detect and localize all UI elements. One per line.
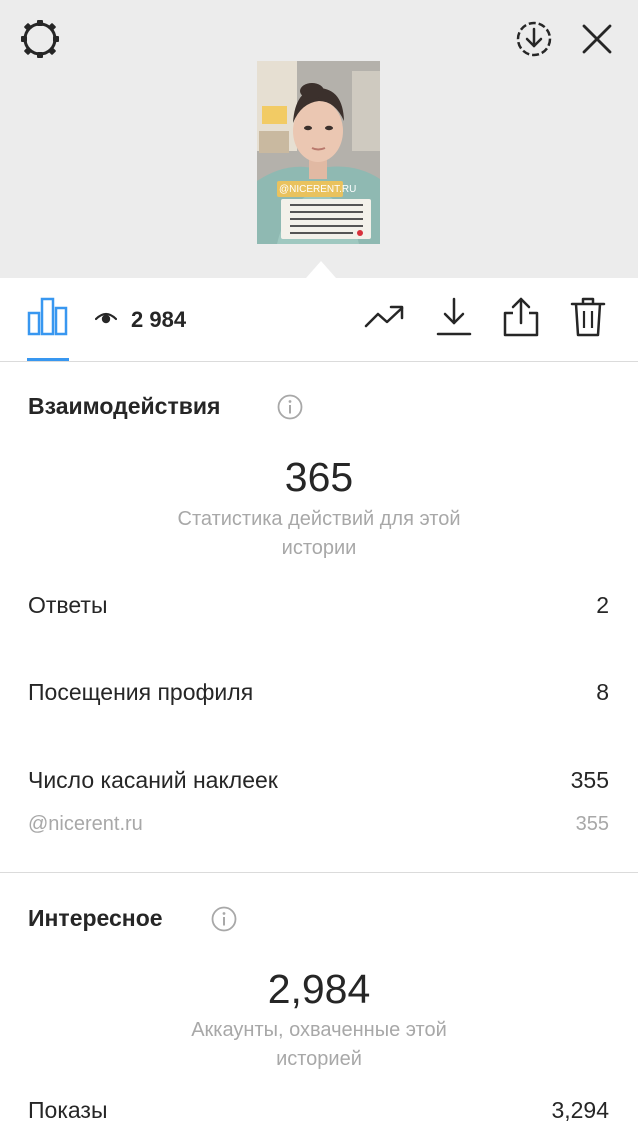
- save-circle-download-icon: [514, 19, 554, 64]
- viewers-button[interactable]: 2 984: [94, 305, 187, 335]
- story-thumbnail[interactable]: @NICERENT.RU: [257, 61, 380, 244]
- interactions-info-icon[interactable]: [277, 394, 303, 420]
- profile-visits-label: Посещения профиля: [28, 679, 254, 705]
- sticker-taps-label: Число касаний наклеек: [28, 767, 278, 793]
- sticker-taps-value: 355: [570, 767, 609, 793]
- eye-icon: [94, 310, 118, 331]
- share-icon: [501, 295, 541, 344]
- settings-button[interactable]: [18, 19, 62, 63]
- sticker-label: @NICERENT.RU: [279, 184, 357, 195]
- interactions-title: Взаимодействия: [28, 393, 221, 419]
- gear-icon: [20, 19, 60, 64]
- sticker-mention-value: 355: [575, 813, 609, 835]
- promote-button[interactable]: [363, 296, 407, 342]
- discovery-title: Интересное: [28, 905, 163, 931]
- discovery-caption-line-1: Аккаунты, охваченные этой: [191, 1019, 447, 1041]
- download-icon: [434, 295, 474, 344]
- delete-button[interactable]: [566, 296, 610, 342]
- interactions-caption-line-2: истории: [281, 537, 357, 559]
- trending-arrow-icon: [363, 302, 407, 337]
- interactions-total: 365: [284, 454, 354, 500]
- save-story-button[interactable]: [512, 19, 556, 63]
- replies-value: 2: [596, 592, 609, 618]
- section-divider: [0, 872, 638, 873]
- thumbnail-pointer: [306, 261, 336, 278]
- bar-chart-icon: [25, 296, 71, 338]
- replies-label: Ответы: [28, 592, 108, 618]
- discovery-caption-line-2: историей: [276, 1048, 362, 1070]
- insights-toolbar: 2 984: [0, 278, 638, 362]
- download-button[interactable]: [432, 296, 476, 342]
- tab-insights[interactable]: [22, 296, 74, 338]
- trash-icon: [568, 295, 608, 344]
- active-tab-indicator: [27, 358, 69, 361]
- discovery-total: 2,984: [267, 966, 371, 1012]
- discovery-info-icon[interactable]: [211, 906, 237, 932]
- share-button[interactable]: [499, 296, 543, 342]
- close-button[interactable]: [575, 19, 619, 63]
- close-icon: [579, 21, 615, 62]
- profile-visits-value: 8: [596, 679, 609, 705]
- interactions-caption-line-1: Статистика действий для этой: [177, 508, 461, 530]
- viewers-count: 2 984: [131, 307, 187, 332]
- story-preview-area: @NICERENT.RU: [0, 0, 638, 278]
- sticker-mention-label: @nicerent.ru: [28, 813, 143, 835]
- impressions-label: Показы: [28, 1097, 108, 1123]
- impressions-value: 3,294: [551, 1097, 609, 1123]
